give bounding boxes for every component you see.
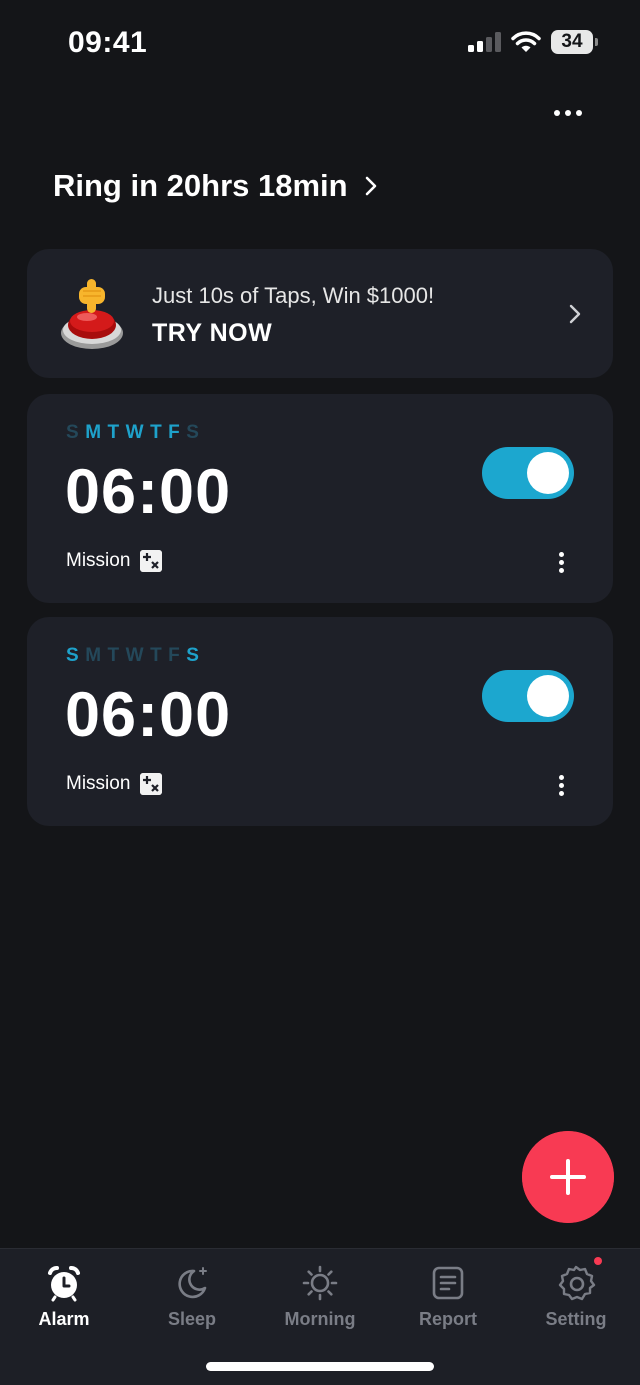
alarm-toggle[interactable] (482, 670, 574, 722)
status-bar: 09:41 34 (0, 0, 640, 86)
red-button-tap-icon (61, 279, 123, 349)
tab-report[interactable]: Report (393, 1263, 503, 1343)
day-tuesday: T (107, 422, 120, 443)
toggle-knob (527, 675, 569, 717)
alarm-time: 06:00 (65, 680, 232, 750)
promo-title: Just 10s of Taps, Win $1000! (152, 283, 435, 308)
signal-icon (468, 32, 501, 52)
repeat-days: S M T W T F S (66, 422, 199, 444)
day-sunday: S (66, 422, 80, 443)
alarm-time: 06:00 (65, 457, 232, 527)
chevron-right-icon (569, 304, 581, 324)
battery-level: 34 (561, 31, 583, 52)
day-sunday: S (66, 645, 80, 666)
status-time: 09:41 (68, 26, 148, 59)
chevron-right-icon (365, 176, 376, 196)
mission-row[interactable]: Mission (66, 773, 163, 795)
alarm-toggle[interactable] (482, 447, 574, 499)
tab-label: Sleep (167, 1309, 217, 1329)
tab-label: Report (419, 1309, 477, 1329)
tab-label: Morning (284, 1309, 356, 1329)
promo-banner[interactable]: Just 10s of Taps, Win $1000! TRY NOW (27, 249, 613, 378)
tab-setting[interactable]: Setting (521, 1257, 631, 1343)
alarm-screen: 09:41 34 Ring in 20hrs 18min Just 10s of… (0, 0, 640, 1385)
math-mission-icon (140, 550, 163, 572)
mission-label: Mission (66, 773, 131, 794)
moon-icon (178, 1267, 207, 1299)
alarm-card[interactable]: S M T W T F S 06:00 Mission (27, 394, 613, 603)
tab-morning[interactable]: Morning (265, 1263, 375, 1343)
next-alarm-countdown[interactable]: Ring in 20hrs 18min (53, 160, 380, 212)
day-friday: F (168, 645, 181, 666)
ring-in-text: Ring in 20hrs 18min (53, 168, 348, 203)
math-mission-icon (140, 773, 163, 795)
notification-dot (594, 1257, 602, 1265)
tab-label: Setting (545, 1309, 607, 1329)
more-options-icon[interactable] (548, 100, 588, 126)
home-indicator (206, 1362, 434, 1371)
day-saturday: S (186, 422, 200, 443)
day-monday: M (85, 645, 102, 666)
day-thursday: T (150, 645, 163, 666)
day-saturday: S (186, 645, 200, 666)
toggle-knob (527, 452, 569, 494)
add-alarm-button[interactable] (522, 1131, 614, 1223)
alarm-clock-icon (48, 1266, 80, 1302)
day-wednesday: W (125, 422, 145, 443)
day-friday: F (168, 422, 181, 443)
alarm-card[interactable]: S M T W T F S 06:00 Mission (27, 617, 613, 826)
alarm-options-icon[interactable] (549, 773, 573, 797)
wifi-icon (511, 31, 541, 52)
day-wednesday: W (125, 645, 145, 666)
tab-label: Alarm (38, 1309, 90, 1329)
mission-label: Mission (66, 550, 131, 571)
try-now-label: TRY NOW (152, 319, 273, 347)
battery-icon: 34 (551, 30, 599, 54)
day-tuesday: T (107, 645, 120, 666)
day-monday: M (85, 422, 102, 443)
tab-sleep[interactable]: Sleep (137, 1263, 247, 1343)
repeat-days: S M T W T F S (66, 645, 199, 667)
mission-row[interactable]: Mission (66, 550, 163, 572)
alarm-options-icon[interactable] (549, 550, 573, 574)
sun-icon (302, 1265, 338, 1301)
tab-alarm[interactable]: Alarm (9, 1263, 119, 1343)
report-icon (432, 1266, 464, 1300)
gear-icon (558, 1265, 596, 1301)
day-thursday: T (150, 422, 163, 443)
